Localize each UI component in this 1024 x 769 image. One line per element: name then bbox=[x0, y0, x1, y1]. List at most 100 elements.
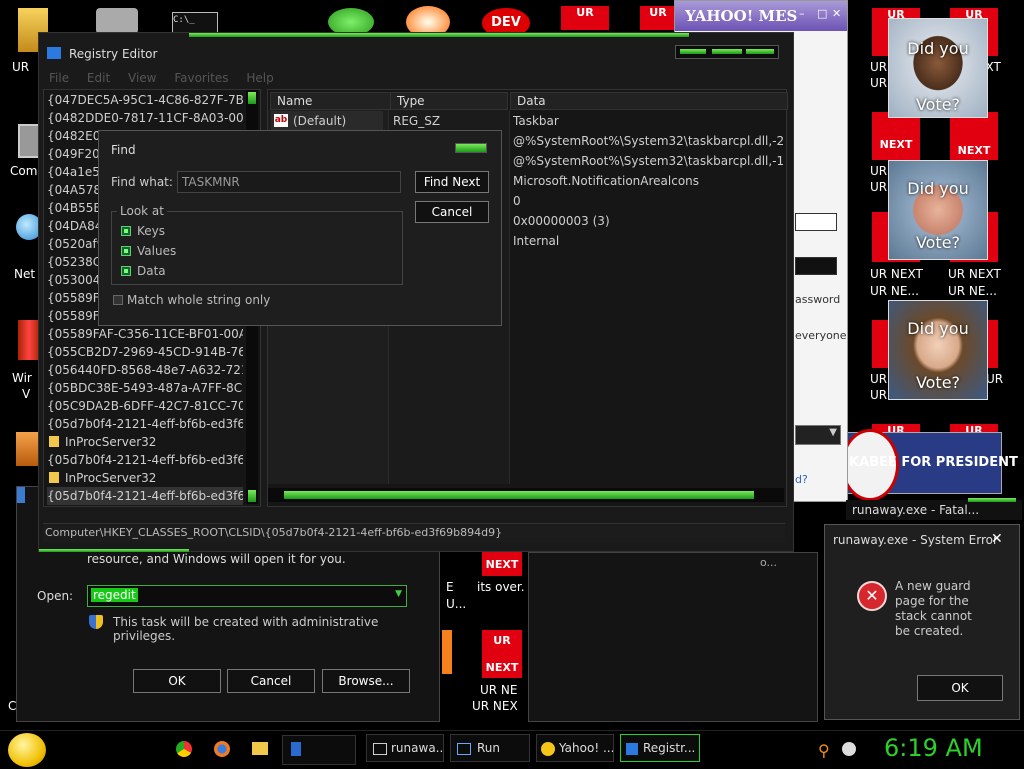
match-whole-label: Match whole string only bbox=[127, 293, 271, 307]
open-label: Open: bbox=[37, 589, 74, 603]
program-icon[interactable] bbox=[16, 432, 40, 466]
menu-file[interactable]: File bbox=[49, 71, 69, 85]
taskbar-item-regedit[interactable]: Registr... bbox=[620, 734, 700, 762]
chevron-down-icon[interactable]: ▼ bbox=[395, 589, 402, 599]
cmd-icon[interactable]: C:\_ bbox=[172, 12, 218, 34]
yahoo-password-field[interactable] bbox=[795, 257, 837, 275]
campaign-banner[interactable]: KABEE FOR PRESIDENT bbox=[841, 429, 1018, 501]
tile-caption: UR NEXT bbox=[948, 267, 1001, 281]
tree-item[interactable]: InProcServer32 bbox=[47, 433, 261, 451]
column-header-data[interactable]: Data bbox=[510, 92, 788, 110]
open-combobox[interactable]: regedit ▼ bbox=[87, 585, 407, 607]
system-error-dialog[interactable]: runaway.exe - System Error ✕ ✕ A new gua… bbox=[824, 524, 1020, 720]
run-browse-button[interactable]: Browse... bbox=[322, 669, 410, 693]
tree-item[interactable]: InProcServer32 bbox=[47, 469, 261, 487]
find-close-button[interactable] bbox=[455, 143, 487, 153]
yahoo-dropdown[interactable]: ▼ bbox=[795, 425, 841, 445]
tree-item[interactable]: {047DEC5A-95C1-4C86-827F-7B8 bbox=[47, 91, 243, 109]
find-what-input[interactable]: TASKMNR bbox=[177, 171, 401, 193]
scroll-thumb[interactable] bbox=[248, 92, 256, 104]
maximize-button[interactable] bbox=[712, 49, 742, 54]
error-ok-button[interactable]: OK bbox=[917, 675, 1003, 701]
clock[interactable]: 6:19 AM bbox=[884, 734, 983, 762]
run-cancel-button[interactable]: Cancel bbox=[227, 669, 315, 693]
yahoo-id-field[interactable] bbox=[795, 213, 837, 231]
candidate-portrait[interactable]: Did you Vote? bbox=[888, 300, 988, 400]
tree-item[interactable]: {05BDC38E-5493-487a-A7FF-8CF bbox=[47, 379, 243, 397]
candidate-portrait[interactable]: Did you Vote? bbox=[888, 18, 988, 118]
winrar-icon[interactable] bbox=[18, 320, 40, 360]
tile-caption: E bbox=[446, 580, 454, 594]
ur-next-tile[interactable]: NEXT bbox=[872, 112, 920, 160]
column-header-name[interactable]: Name bbox=[270, 92, 392, 110]
values-checkbox[interactable] bbox=[121, 246, 131, 256]
ur-next-tile[interactable]: UR bbox=[561, 6, 609, 30]
value-data[interactable]: Internal bbox=[513, 231, 783, 251]
open-input[interactable]: regedit bbox=[91, 588, 138, 602]
keys-checkbox[interactable] bbox=[121, 226, 131, 236]
value-name-default[interactable]: ab (Default) bbox=[271, 111, 383, 131]
yahoo-titlebar[interactable]: YAHOO! MES – □ ✕ bbox=[675, 1, 847, 31]
yahoo-title: YAHOO! MES bbox=[685, 7, 798, 25]
portrait-question-bottom: Vote? bbox=[915, 373, 961, 392]
tree-item[interactable]: {05589FAF-C356-11CE-BF01-00A bbox=[47, 325, 243, 343]
menu-view[interactable]: View bbox=[128, 71, 156, 85]
close-icon[interactable]: ✕ bbox=[832, 7, 841, 20]
close-button[interactable] bbox=[746, 49, 774, 54]
tree-item[interactable]: {056440FD-8568-48e7-A632-7215 bbox=[47, 361, 243, 379]
menu-help[interactable]: Help bbox=[246, 71, 273, 85]
run-ok-button[interactable]: OK bbox=[133, 669, 221, 693]
find-dialog[interactable]: Find Find what: TASKMNR Find Next Cancel… bbox=[98, 130, 502, 326]
minimize-icon[interactable]: – bbox=[799, 7, 805, 20]
find-cancel-button[interactable]: Cancel bbox=[415, 201, 489, 223]
help-link[interactable]: d? bbox=[795, 473, 808, 486]
value-data[interactable]: @%SystemRoot%\System32\taskbarcpl.dll,-1 bbox=[513, 151, 783, 171]
maximize-icon[interactable]: □ bbox=[817, 7, 827, 20]
fatal-close-button[interactable] bbox=[968, 498, 1016, 502]
background-window[interactable] bbox=[528, 552, 818, 722]
taskbar-item-run[interactable]: Run bbox=[450, 734, 530, 762]
column-header-type[interactable]: Type bbox=[390, 92, 508, 110]
tree-item-selected[interactable]: {05d7b0f4-2121-4eff-bf6b-ed3f69b8 bbox=[47, 487, 243, 505]
data-checkbox[interactable] bbox=[121, 266, 131, 276]
tree-item[interactable]: {05C9DA2B-6DFF-42C7-81CC-70 bbox=[47, 397, 243, 415]
ur-next-tile[interactable]: NEXT bbox=[950, 112, 998, 160]
value-data[interactable]: Microsoft.NotificationArealcons bbox=[513, 171, 783, 191]
taskbar-item-runaway[interactable]: runawa... bbox=[366, 734, 444, 762]
window-controls[interactable] bbox=[675, 45, 779, 59]
value-data[interactable]: Taskbar bbox=[513, 111, 783, 131]
value-data[interactable]: @%SystemRoot%\System32\taskbarcpl.dll,-2 bbox=[513, 131, 783, 151]
value-data[interactable]: 0x00000003 (3) bbox=[513, 211, 783, 231]
tree-item[interactable]: {055CB2D7-2969-45CD-914B-7689 bbox=[47, 343, 243, 361]
folder-icon[interactable] bbox=[252, 742, 268, 755]
value-type[interactable]: REG_SZ bbox=[393, 111, 503, 131]
app-orange-icon[interactable] bbox=[442, 630, 452, 674]
ur-next-tile[interactable]: UR NEXT bbox=[482, 630, 522, 678]
minimize-button[interactable] bbox=[680, 49, 706, 54]
candidate-portrait[interactable]: Did you Vote? bbox=[888, 160, 988, 260]
menu-edit[interactable]: Edit bbox=[87, 71, 110, 85]
close-icon[interactable]: ✕ bbox=[991, 531, 1003, 547]
firefox-icon[interactable] bbox=[214, 741, 230, 757]
scroll-thumb[interactable] bbox=[284, 491, 754, 499]
match-whole-checkbox[interactable] bbox=[113, 295, 123, 305]
chrome-icon[interactable] bbox=[176, 741, 192, 757]
menu-favorites[interactable]: Favorites bbox=[174, 71, 228, 85]
ur-next-tile[interactable]: NEXT bbox=[482, 550, 522, 576]
task-blank[interactable] bbox=[282, 735, 356, 765]
scroll-thumb[interactable] bbox=[248, 490, 256, 502]
tree-item[interactable]: {05d7b0f4-2121-4eff-bf6b-ed3f69b8 bbox=[47, 451, 243, 469]
search-tray-icon[interactable]: ⚲ bbox=[818, 741, 830, 760]
tools-icon[interactable] bbox=[96, 8, 138, 34]
volume-tray-icon[interactable] bbox=[842, 742, 856, 756]
value-data[interactable]: 0 bbox=[513, 191, 783, 211]
taskbar-item-yahoo[interactable]: Yahoo! ... bbox=[536, 734, 614, 762]
hscrollbar[interactable] bbox=[268, 488, 784, 502]
ur-next-tile[interactable]: UR bbox=[640, 6, 676, 30]
run-description: resource, and Windows will open it for y… bbox=[87, 552, 346, 566]
start-button-smiley-icon[interactable] bbox=[8, 733, 46, 767]
fatal-error-titlebar[interactable]: runaway.exe - Fatal... bbox=[846, 498, 1022, 520]
find-next-button[interactable]: Find Next bbox=[415, 171, 489, 193]
tree-item[interactable]: {05d7b0f4-2121-4eff-bf6b-ed3f69b8 bbox=[47, 415, 243, 433]
tree-item[interactable]: {0482DDE0-7817-11CF-8A03-00A bbox=[47, 109, 243, 127]
